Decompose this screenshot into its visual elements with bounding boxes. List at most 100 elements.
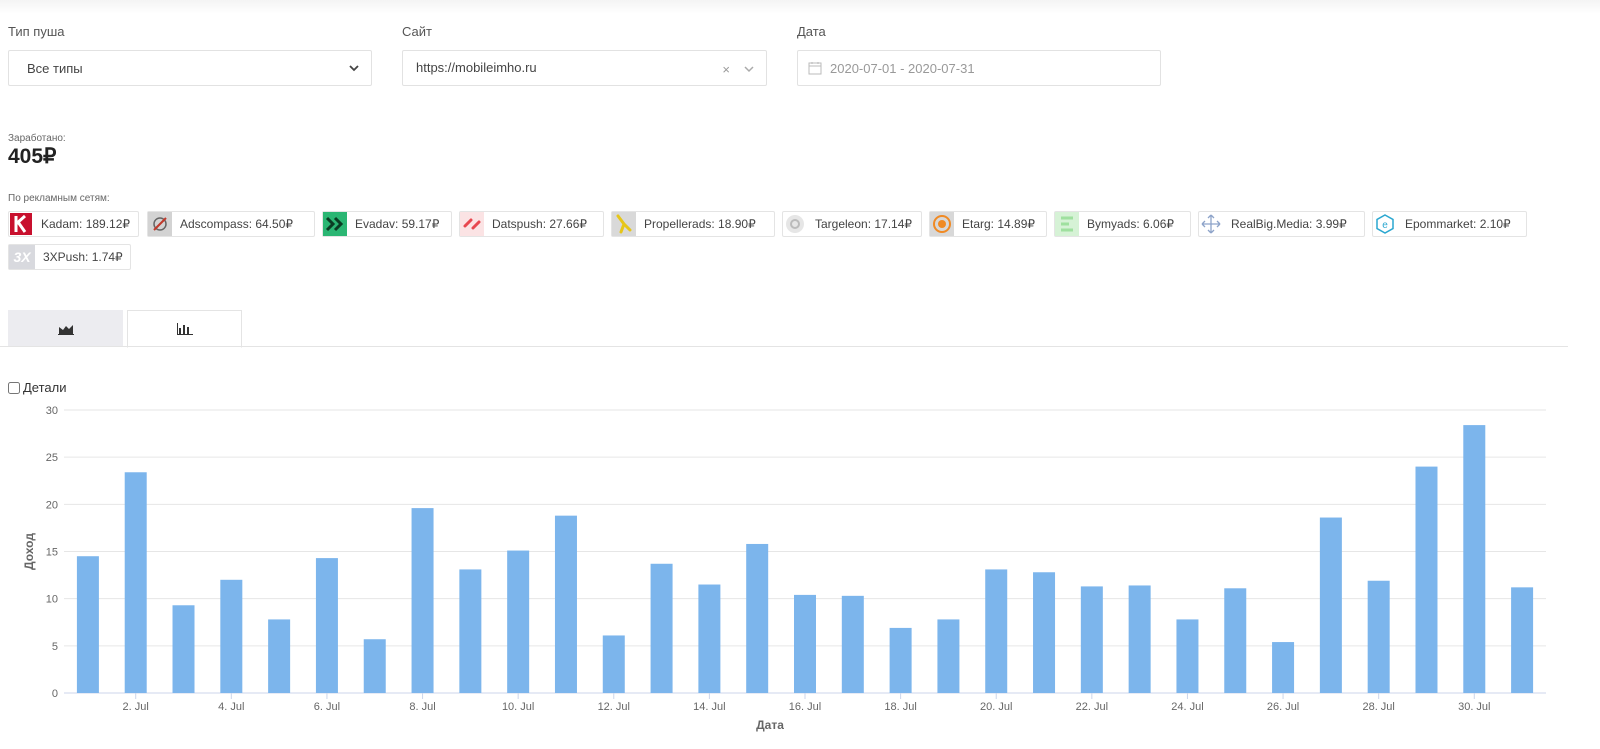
- network-text: Evadav: 59.17₽: [355, 217, 440, 231]
- date-range-value: 2020-07-01 - 2020-07-31: [830, 60, 975, 76]
- date-range-input[interactable]: 2020-07-01 - 2020-07-31: [797, 50, 1161, 86]
- bar: [1319, 517, 1342, 693]
- x-tick-label: 22. Jul: [1076, 701, 1108, 713]
- network-etarg[interactable]: Etarg: 14.89₽: [929, 211, 1047, 237]
- bar: [794, 594, 816, 693]
- y-tick-label: 20: [46, 499, 58, 511]
- targeleon-logo-icon: [783, 212, 807, 236]
- network-bymyads[interactable]: Bymyads: 6.06₽: [1054, 211, 1191, 237]
- network-datspush[interactable]: Datspush: 27.66₽: [459, 211, 604, 237]
- bar: [1033, 572, 1056, 693]
- earned-label: Заработано:: [8, 133, 66, 144]
- bar: [1224, 588, 1247, 693]
- chevron-down-icon: [349, 65, 359, 72]
- bar: [746, 543, 769, 693]
- details-label: Детали: [23, 380, 67, 395]
- bar: [841, 595, 864, 693]
- bar: [172, 605, 195, 693]
- network-3xpush[interactable]: 3X 3XPush: 1.74₽: [8, 244, 131, 270]
- network-text: Kadam: 189.12₽: [41, 217, 131, 231]
- calendar-icon: [808, 62, 822, 75]
- bar: [650, 563, 673, 693]
- x-tick-label: 26. Jul: [1267, 701, 1299, 713]
- y-tick-label: 0: [52, 688, 58, 700]
- epommarket-logo-icon: e: [1373, 212, 1397, 236]
- clear-icon[interactable]: ×: [722, 62, 730, 77]
- network-text: Bymyads: 6.06₽: [1087, 217, 1175, 231]
- bar: [937, 619, 960, 693]
- x-tick-label: 12. Jul: [598, 701, 630, 713]
- site-select[interactable]: https://mobileimho.ru ×: [402, 50, 767, 86]
- network-realbig-media[interactable]: RealBig.Media: 3.99₽: [1198, 211, 1365, 237]
- y-tick-label: 25: [46, 452, 58, 464]
- x-tick-label: 24. Jul: [1171, 701, 1203, 713]
- bar: [554, 515, 577, 693]
- details-checkbox[interactable]: [8, 381, 20, 394]
- bar: [76, 556, 99, 693]
- x-tick-label: 28. Jul: [1362, 701, 1394, 713]
- x-tick-label: 8. Jul: [409, 701, 435, 713]
- adscompass-logo-icon: [148, 212, 172, 236]
- bymyads-logo-icon: [1055, 212, 1079, 236]
- date-label: Дата: [797, 24, 826, 39]
- site-label: Сайт: [402, 24, 432, 39]
- x-tick-label: 6. Jul: [314, 701, 340, 713]
- network-kadam[interactable]: Kadam: 189.12₽: [8, 211, 139, 237]
- evadav-logo-icon: [323, 212, 347, 236]
- kadam-logo-icon: [9, 212, 33, 236]
- revenue-bar-chart: 0 5 10 15 20 25 30 2. Jul 4. Jul 6. Jul 8. Jul 10. …: [22, 405, 1546, 732]
- network-evadav[interactable]: Evadav: 59.17₽: [322, 211, 452, 237]
- network-propellerads[interactable]: Propellerads: 18.90₽: [611, 211, 775, 237]
- y-axis-title: Доход: [22, 533, 36, 570]
- x-axis-title: Дата: [756, 718, 784, 732]
- top-bar: [0, 0, 1600, 14]
- tabs-divider: [0, 346, 1568, 347]
- bar: [220, 579, 243, 693]
- bar: [315, 558, 338, 693]
- bar: [1415, 466, 1438, 693]
- x-tick-label: 14. Jul: [693, 701, 725, 713]
- x-tick-label: 20. Jul: [980, 701, 1012, 713]
- x-tick-label: 30. Jul: [1458, 701, 1490, 713]
- bar: [411, 508, 434, 693]
- push-type-value: Все типы: [27, 60, 83, 76]
- 3xpush-logo-icon: 3X: [9, 245, 35, 269]
- network-text: Propellerads: 18.90₽: [644, 217, 756, 231]
- etarg-logo-icon: [930, 212, 954, 236]
- network-text: Datspush: 27.66₽: [492, 217, 588, 231]
- bar: [985, 569, 1008, 693]
- network-adscompass[interactable]: Adscompass: 64.50₽: [147, 211, 315, 237]
- propellerads-logo-icon: [612, 212, 636, 236]
- bar: [363, 639, 386, 693]
- datspush-logo-icon: [460, 212, 484, 236]
- y-tick-label: 10: [46, 594, 58, 606]
- bar: [1080, 586, 1103, 693]
- chevron-down-icon: [744, 66, 754, 73]
- network-targeleon[interactable]: Targeleon: 17.14₽: [782, 211, 922, 237]
- area-chart-icon: [57, 324, 74, 335]
- bar: [1176, 619, 1199, 693]
- realbig-logo-icon: [1199, 212, 1223, 236]
- details-toggle[interactable]: Детали: [8, 380, 67, 395]
- bar: [1128, 585, 1151, 693]
- x-tick-label: 10. Jul: [502, 701, 534, 713]
- bar: [124, 472, 147, 693]
- network-text: Etarg: 14.89₽: [962, 217, 1036, 231]
- bar-chart-tab[interactable]: [127, 310, 242, 348]
- bar: [698, 584, 721, 693]
- x-tick-label: 2. Jul: [123, 701, 149, 713]
- bar: [507, 550, 530, 693]
- network-epommarket[interactable]: e Epommarket: 2.10₽: [1372, 211, 1527, 237]
- bar-chart-icon: [176, 323, 193, 335]
- svg-text:e: e: [1382, 220, 1388, 231]
- network-text: Targeleon: 17.14₽: [815, 217, 913, 231]
- network-text: 3XPush: 1.74₽: [43, 250, 123, 264]
- bar: [1463, 425, 1486, 693]
- bar: [889, 627, 912, 693]
- area-chart-tab[interactable]: [8, 310, 123, 347]
- network-text: Epommarket: 2.10₽: [1405, 217, 1511, 231]
- push-type-label: Тип пуша: [8, 24, 65, 39]
- bar: [1367, 580, 1390, 693]
- push-type-select[interactable]: Все типы: [8, 50, 372, 86]
- networks-label: По рекламным сетям:: [8, 193, 110, 204]
